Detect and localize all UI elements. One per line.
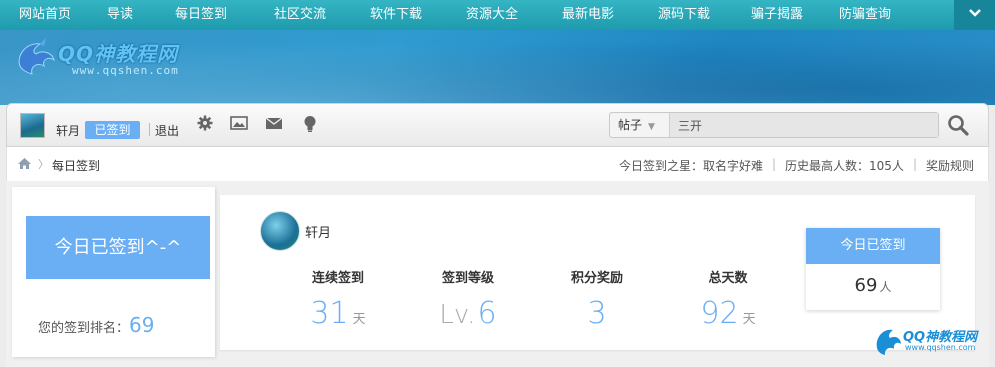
site-watermark: QQ神教程网 www.qqshen.com: [873, 322, 983, 362]
stat-value: Lv.6: [408, 296, 528, 331]
sign-star-text: 今日签到之星：取名字好难: [618, 159, 763, 173]
nav-item-guide[interactable]: 导读: [90, 0, 150, 30]
stat-number: 3: [587, 296, 607, 331]
divider: |: [912, 157, 917, 171]
logo-url: www.qqshen.com: [72, 64, 179, 77]
signed-today-button[interactable]: 今日已签到^-^: [26, 216, 210, 279]
top-nav: 网站首页 导读 每日签到 社区交流 软件下载 资源大全 最新电影 源码下载 骗子…: [0, 0, 995, 30]
site-logo[interactable]: QQ神教程网 www.qqshen.com: [12, 36, 212, 86]
today-signed-title: 今日已签到: [806, 228, 940, 264]
image-icon[interactable]: [229, 115, 249, 135]
search-input[interactable]: [670, 113, 938, 137]
stat-number: 92: [700, 296, 739, 331]
caret-down-icon: ▼: [648, 122, 655, 132]
sign-rank: 您的签到排名：69: [38, 313, 154, 337]
nav-item-fraud-check[interactable]: 防骗查询: [822, 0, 908, 30]
stat-label: 连续签到: [311, 271, 364, 286]
chevron-down-icon[interactable]: [954, 0, 995, 30]
stat-consecutive-days: 连续签到 31 天: [278, 267, 398, 331]
nav-item-movies[interactable]: 最新电影: [540, 0, 636, 30]
divider: [149, 123, 150, 136]
home-icon[interactable]: [17, 157, 32, 170]
sign-rank-value: 69: [129, 313, 155, 337]
stat-label: 签到等级: [441, 271, 494, 286]
nav-item-daily-sign[interactable]: 每日签到: [150, 0, 252, 30]
nav-item-software[interactable]: 软件下载: [348, 0, 444, 30]
mail-icon[interactable]: [264, 115, 284, 135]
search-type-select[interactable]: 帖子 ▼: [610, 113, 670, 137]
chevron-right-icon: 〉: [38, 158, 49, 171]
sign-in-panel: 今日已签到^-^ 您的签到排名：69: [12, 187, 215, 357]
stat-number: 6: [477, 296, 497, 331]
avatar[interactable]: [20, 113, 45, 138]
reward-rules-link[interactable]: 奖励规则: [926, 157, 974, 174]
today-count-number: 69: [854, 275, 878, 296]
nav-item-source-code[interactable]: 源码下载: [636, 0, 732, 30]
stat-value: 31 天: [278, 296, 398, 331]
search-icon[interactable]: [947, 114, 971, 138]
today-signed-count-card: 今日已签到 69 人: [806, 228, 940, 310]
sign-rank-label: 您的签到排名：: [38, 321, 130, 336]
toolbar-username[interactable]: 轩月: [56, 122, 80, 139]
stat-prefix: Lv.: [439, 300, 476, 330]
dragon-logo-icon: [18, 38, 55, 75]
nav-item-scammers[interactable]: 骗子揭露: [732, 0, 822, 30]
search-type-label: 帖子: [618, 118, 643, 132]
dragon-logo-icon: [876, 329, 901, 355]
stat-unit: 天: [352, 312, 366, 327]
divider: |: [771, 157, 777, 171]
watermark-url: www.qqshen.com: [905, 343, 976, 352]
sign-stats-bar: 今日签到之星：取名字好难 | 历史最高人数：105人 | 奖励规则: [619, 157, 974, 174]
stat-sign-level: 签到等级 Lv.6: [408, 267, 528, 331]
nav-item-community[interactable]: 社区交流: [252, 0, 348, 30]
stats-username[interactable]: 轩月: [305, 222, 331, 241]
stat-label: 积分奖励: [570, 271, 623, 286]
search-box: 帖子 ▼: [609, 112, 939, 138]
stat-total-days: 总天数 92 天: [668, 267, 788, 331]
history-max-text: 历史最高人数：105人: [785, 159, 904, 173]
breadcrumb: 〉 每日签到 今日签到之星：取名字好难 | 历史最高人数：105人 | 奖励规则: [6, 147, 989, 181]
today-count-unit: 人: [879, 280, 892, 294]
nav-item-home[interactable]: 网站首页: [0, 0, 90, 30]
logout-link[interactable]: 退出: [155, 122, 179, 139]
stat-unit: 天: [742, 312, 756, 327]
logo-name: QQ神教程网: [58, 42, 179, 66]
header-banner: 网站首页 导读 每日签到 社区交流 软件下载 资源大全 最新电影 源码下载 骗子…: [0, 0, 995, 105]
nav-item-resources[interactable]: 资源大全: [444, 0, 540, 30]
stat-number: 31: [310, 296, 349, 331]
stat-label: 总天数: [708, 271, 748, 286]
signed-badge[interactable]: 已签到: [85, 121, 140, 139]
stat-value: 92 天: [668, 296, 788, 331]
user-toolbar: 轩月 已签到 退出 帖子 ▼: [6, 103, 989, 147]
avatar[interactable]: [260, 211, 300, 251]
lightbulb-icon[interactable]: [300, 115, 320, 135]
stat-points-reward: 积分奖励 3: [537, 267, 657, 331]
today-signed-count: 69 人: [806, 275, 940, 296]
breadcrumb-current-page[interactable]: 每日签到: [52, 157, 100, 174]
stat-value: 3: [537, 296, 657, 331]
gear-icon[interactable]: [195, 115, 215, 135]
